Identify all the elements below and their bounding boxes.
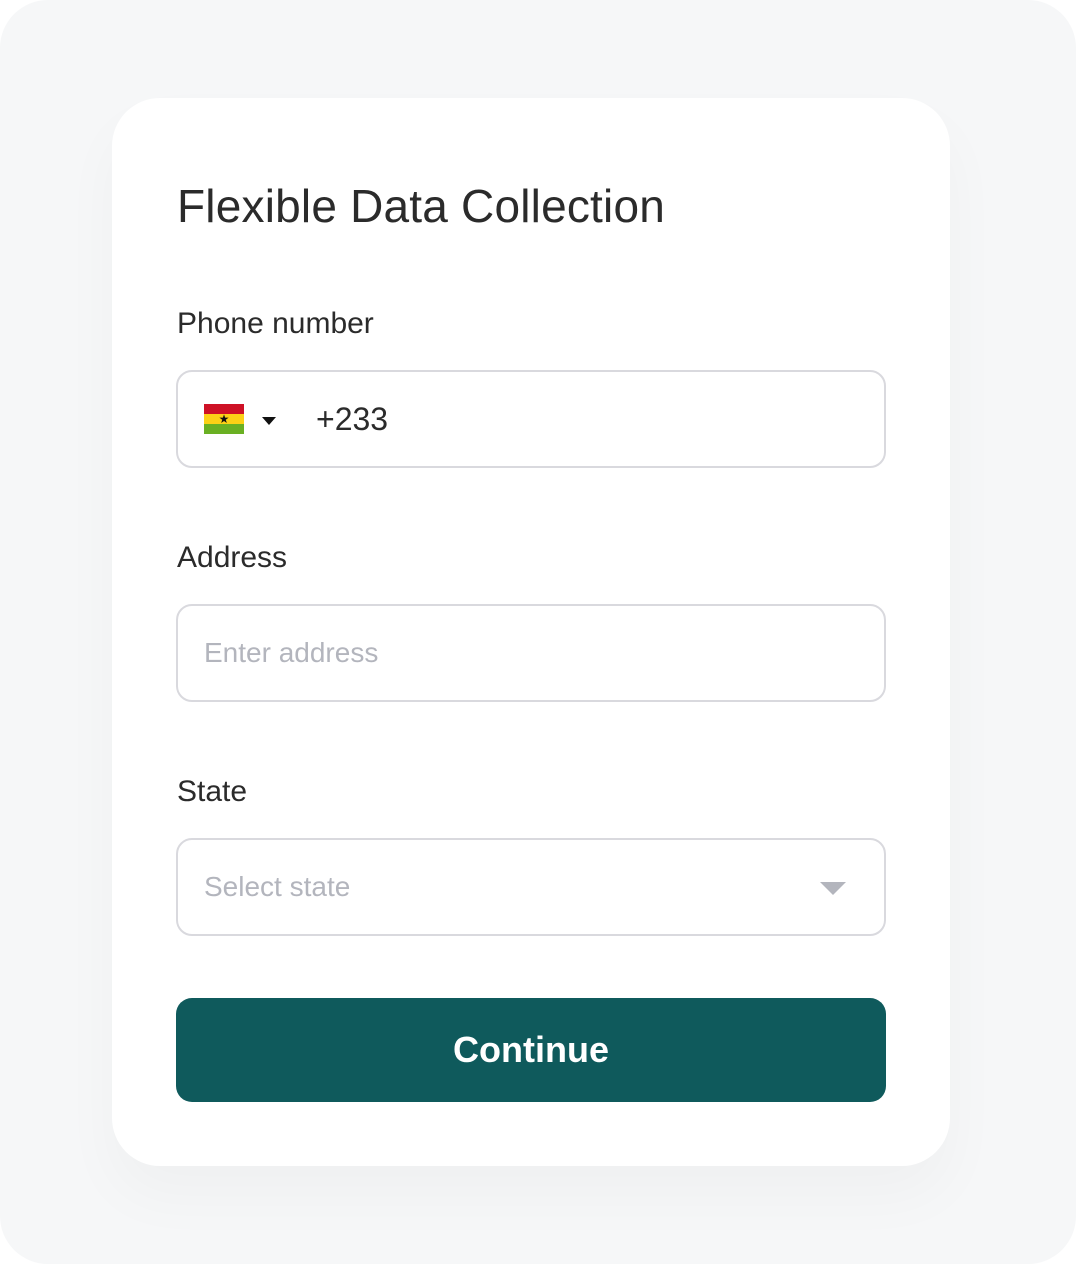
continue-button[interactable]: Continue	[176, 998, 886, 1102]
country-dropdown-caret-icon[interactable]	[262, 417, 276, 425]
form-title: Flexible Data Collection	[177, 180, 666, 232]
address-label: Address	[177, 541, 288, 574]
address-input[interactable]	[204, 606, 844, 700]
state-label: State	[177, 775, 248, 808]
state-select[interactable]: Select state	[176, 838, 886, 936]
address-field[interactable]	[176, 604, 886, 702]
page-backdrop: Flexible Data Collection Phone number ★ …	[0, 0, 1076, 1264]
phone-number-label: Phone number	[177, 307, 374, 340]
phone-number-value[interactable]: +233	[316, 400, 388, 438]
state-select-placeholder: Select state	[204, 871, 351, 902]
form-card: Flexible Data Collection Phone number ★ …	[112, 98, 950, 1166]
ghana-flag-icon[interactable]: ★	[204, 404, 244, 434]
phone-number-field[interactable]: ★ +233	[176, 370, 886, 468]
chevron-down-icon[interactable]	[820, 882, 846, 895]
